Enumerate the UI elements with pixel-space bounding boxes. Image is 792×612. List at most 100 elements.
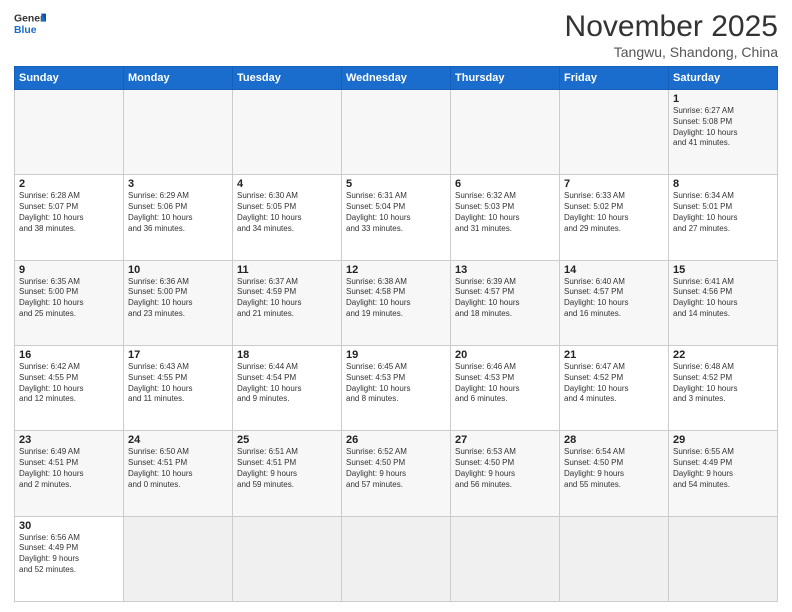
day-number: 27: [455, 434, 555, 446]
calendar-cell: [560, 90, 669, 175]
calendar-cell: [124, 516, 233, 601]
day-info: Sunrise: 6:39 AM Sunset: 4:57 PM Dayligh…: [455, 277, 555, 320]
calendar-cell: 14Sunrise: 6:40 AM Sunset: 4:57 PM Dayli…: [560, 260, 669, 345]
day-info: Sunrise: 6:41 AM Sunset: 4:56 PM Dayligh…: [673, 277, 773, 320]
week-row-3: 9Sunrise: 6:35 AM Sunset: 5:00 PM Daylig…: [15, 260, 778, 345]
calendar-cell: 2Sunrise: 6:28 AM Sunset: 5:07 PM Daylig…: [15, 175, 124, 260]
calendar-cell: [233, 516, 342, 601]
calendar-cell: [342, 516, 451, 601]
calendar-cell: [560, 516, 669, 601]
month-title: November 2025: [565, 10, 778, 44]
calendar-cell: 27Sunrise: 6:53 AM Sunset: 4:50 PM Dayli…: [451, 431, 560, 516]
day-info: Sunrise: 6:33 AM Sunset: 5:02 PM Dayligh…: [564, 191, 664, 234]
day-info: Sunrise: 6:27 AM Sunset: 5:08 PM Dayligh…: [673, 106, 773, 149]
day-number: 20: [455, 349, 555, 361]
day-info: Sunrise: 6:28 AM Sunset: 5:07 PM Dayligh…: [19, 191, 119, 234]
day-info: Sunrise: 6:32 AM Sunset: 5:03 PM Dayligh…: [455, 191, 555, 234]
week-row-6: 30Sunrise: 6:56 AM Sunset: 4:49 PM Dayli…: [15, 516, 778, 601]
day-info: Sunrise: 6:45 AM Sunset: 4:53 PM Dayligh…: [346, 362, 446, 405]
day-info: Sunrise: 6:51 AM Sunset: 4:51 PM Dayligh…: [237, 447, 337, 490]
calendar-cell: 10Sunrise: 6:36 AM Sunset: 5:00 PM Dayli…: [124, 260, 233, 345]
day-info: Sunrise: 6:36 AM Sunset: 5:00 PM Dayligh…: [128, 277, 228, 320]
calendar-cell: 5Sunrise: 6:31 AM Sunset: 5:04 PM Daylig…: [342, 175, 451, 260]
day-number: 28: [564, 434, 664, 446]
day-number: 19: [346, 349, 446, 361]
calendar-cell: 6Sunrise: 6:32 AM Sunset: 5:03 PM Daylig…: [451, 175, 560, 260]
day-number: 15: [673, 264, 773, 276]
calendar-cell: 12Sunrise: 6:38 AM Sunset: 4:58 PM Dayli…: [342, 260, 451, 345]
weekday-header-wednesday: Wednesday: [342, 67, 451, 90]
day-info: Sunrise: 6:29 AM Sunset: 5:06 PM Dayligh…: [128, 191, 228, 234]
day-info: Sunrise: 6:42 AM Sunset: 4:55 PM Dayligh…: [19, 362, 119, 405]
day-number: 18: [237, 349, 337, 361]
day-info: Sunrise: 6:47 AM Sunset: 4:52 PM Dayligh…: [564, 362, 664, 405]
day-number: 12: [346, 264, 446, 276]
day-number: 26: [346, 434, 446, 446]
day-number: 2: [19, 178, 119, 190]
calendar-cell: 3Sunrise: 6:29 AM Sunset: 5:06 PM Daylig…: [124, 175, 233, 260]
calendar-cell: [451, 90, 560, 175]
day-number: 3: [128, 178, 228, 190]
page: General Blue November 2025 Tangwu, Shand…: [0, 0, 792, 612]
calendar-cell: 13Sunrise: 6:39 AM Sunset: 4:57 PM Dayli…: [451, 260, 560, 345]
weekday-header-row: SundayMondayTuesdayWednesdayThursdayFrid…: [15, 67, 778, 90]
day-number: 10: [128, 264, 228, 276]
calendar-cell: [233, 90, 342, 175]
calendar-cell: 21Sunrise: 6:47 AM Sunset: 4:52 PM Dayli…: [560, 345, 669, 430]
location-title: Tangwu, Shandong, China: [565, 44, 778, 60]
day-number: 21: [564, 349, 664, 361]
day-number: 29: [673, 434, 773, 446]
day-info: Sunrise: 6:46 AM Sunset: 4:53 PM Dayligh…: [455, 362, 555, 405]
day-number: 6: [455, 178, 555, 190]
day-number: 8: [673, 178, 773, 190]
week-row-1: 1Sunrise: 6:27 AM Sunset: 5:08 PM Daylig…: [15, 90, 778, 175]
calendar-cell: 28Sunrise: 6:54 AM Sunset: 4:50 PM Dayli…: [560, 431, 669, 516]
header: General Blue November 2025 Tangwu, Shand…: [14, 10, 778, 60]
generalblue-logo-icon: General Blue: [14, 10, 46, 38]
day-info: Sunrise: 6:38 AM Sunset: 4:58 PM Dayligh…: [346, 277, 446, 320]
logo: General Blue: [14, 10, 46, 38]
calendar-cell: 9Sunrise: 6:35 AM Sunset: 5:00 PM Daylig…: [15, 260, 124, 345]
calendar-cell: 26Sunrise: 6:52 AM Sunset: 4:50 PM Dayli…: [342, 431, 451, 516]
day-number: 14: [564, 264, 664, 276]
day-info: Sunrise: 6:54 AM Sunset: 4:50 PM Dayligh…: [564, 447, 664, 490]
day-info: Sunrise: 6:43 AM Sunset: 4:55 PM Dayligh…: [128, 362, 228, 405]
title-block: November 2025 Tangwu, Shandong, China: [565, 10, 778, 60]
day-number: 24: [128, 434, 228, 446]
weekday-header-thursday: Thursday: [451, 67, 560, 90]
calendar-cell: [342, 90, 451, 175]
day-number: 17: [128, 349, 228, 361]
weekday-header-tuesday: Tuesday: [233, 67, 342, 90]
day-number: 16: [19, 349, 119, 361]
weekday-header-sunday: Sunday: [15, 67, 124, 90]
day-info: Sunrise: 6:40 AM Sunset: 4:57 PM Dayligh…: [564, 277, 664, 320]
calendar-cell: 4Sunrise: 6:30 AM Sunset: 5:05 PM Daylig…: [233, 175, 342, 260]
day-number: 25: [237, 434, 337, 446]
day-info: Sunrise: 6:35 AM Sunset: 5:00 PM Dayligh…: [19, 277, 119, 320]
day-number: 1: [673, 93, 773, 105]
day-info: Sunrise: 6:34 AM Sunset: 5:01 PM Dayligh…: [673, 191, 773, 234]
day-number: 23: [19, 434, 119, 446]
calendar-cell: 30Sunrise: 6:56 AM Sunset: 4:49 PM Dayli…: [15, 516, 124, 601]
calendar-cell: 7Sunrise: 6:33 AM Sunset: 5:02 PM Daylig…: [560, 175, 669, 260]
day-info: Sunrise: 6:49 AM Sunset: 4:51 PM Dayligh…: [19, 447, 119, 490]
day-info: Sunrise: 6:31 AM Sunset: 5:04 PM Dayligh…: [346, 191, 446, 234]
weekday-header-saturday: Saturday: [669, 67, 778, 90]
calendar-cell: [451, 516, 560, 601]
calendar-cell: 15Sunrise: 6:41 AM Sunset: 4:56 PM Dayli…: [669, 260, 778, 345]
day-info: Sunrise: 6:37 AM Sunset: 4:59 PM Dayligh…: [237, 277, 337, 320]
calendar-cell: 16Sunrise: 6:42 AM Sunset: 4:55 PM Dayli…: [15, 345, 124, 430]
calendar-cell: 24Sunrise: 6:50 AM Sunset: 4:51 PM Dayli…: [124, 431, 233, 516]
day-info: Sunrise: 6:30 AM Sunset: 5:05 PM Dayligh…: [237, 191, 337, 234]
day-info: Sunrise: 6:56 AM Sunset: 4:49 PM Dayligh…: [19, 533, 119, 576]
calendar-cell: 20Sunrise: 6:46 AM Sunset: 4:53 PM Dayli…: [451, 345, 560, 430]
week-row-4: 16Sunrise: 6:42 AM Sunset: 4:55 PM Dayli…: [15, 345, 778, 430]
day-number: 9: [19, 264, 119, 276]
calendar-cell: 17Sunrise: 6:43 AM Sunset: 4:55 PM Dayli…: [124, 345, 233, 430]
day-info: Sunrise: 6:55 AM Sunset: 4:49 PM Dayligh…: [673, 447, 773, 490]
day-info: Sunrise: 6:53 AM Sunset: 4:50 PM Dayligh…: [455, 447, 555, 490]
day-number: 5: [346, 178, 446, 190]
day-number: 7: [564, 178, 664, 190]
calendar-cell: [124, 90, 233, 175]
day-info: Sunrise: 6:52 AM Sunset: 4:50 PM Dayligh…: [346, 447, 446, 490]
